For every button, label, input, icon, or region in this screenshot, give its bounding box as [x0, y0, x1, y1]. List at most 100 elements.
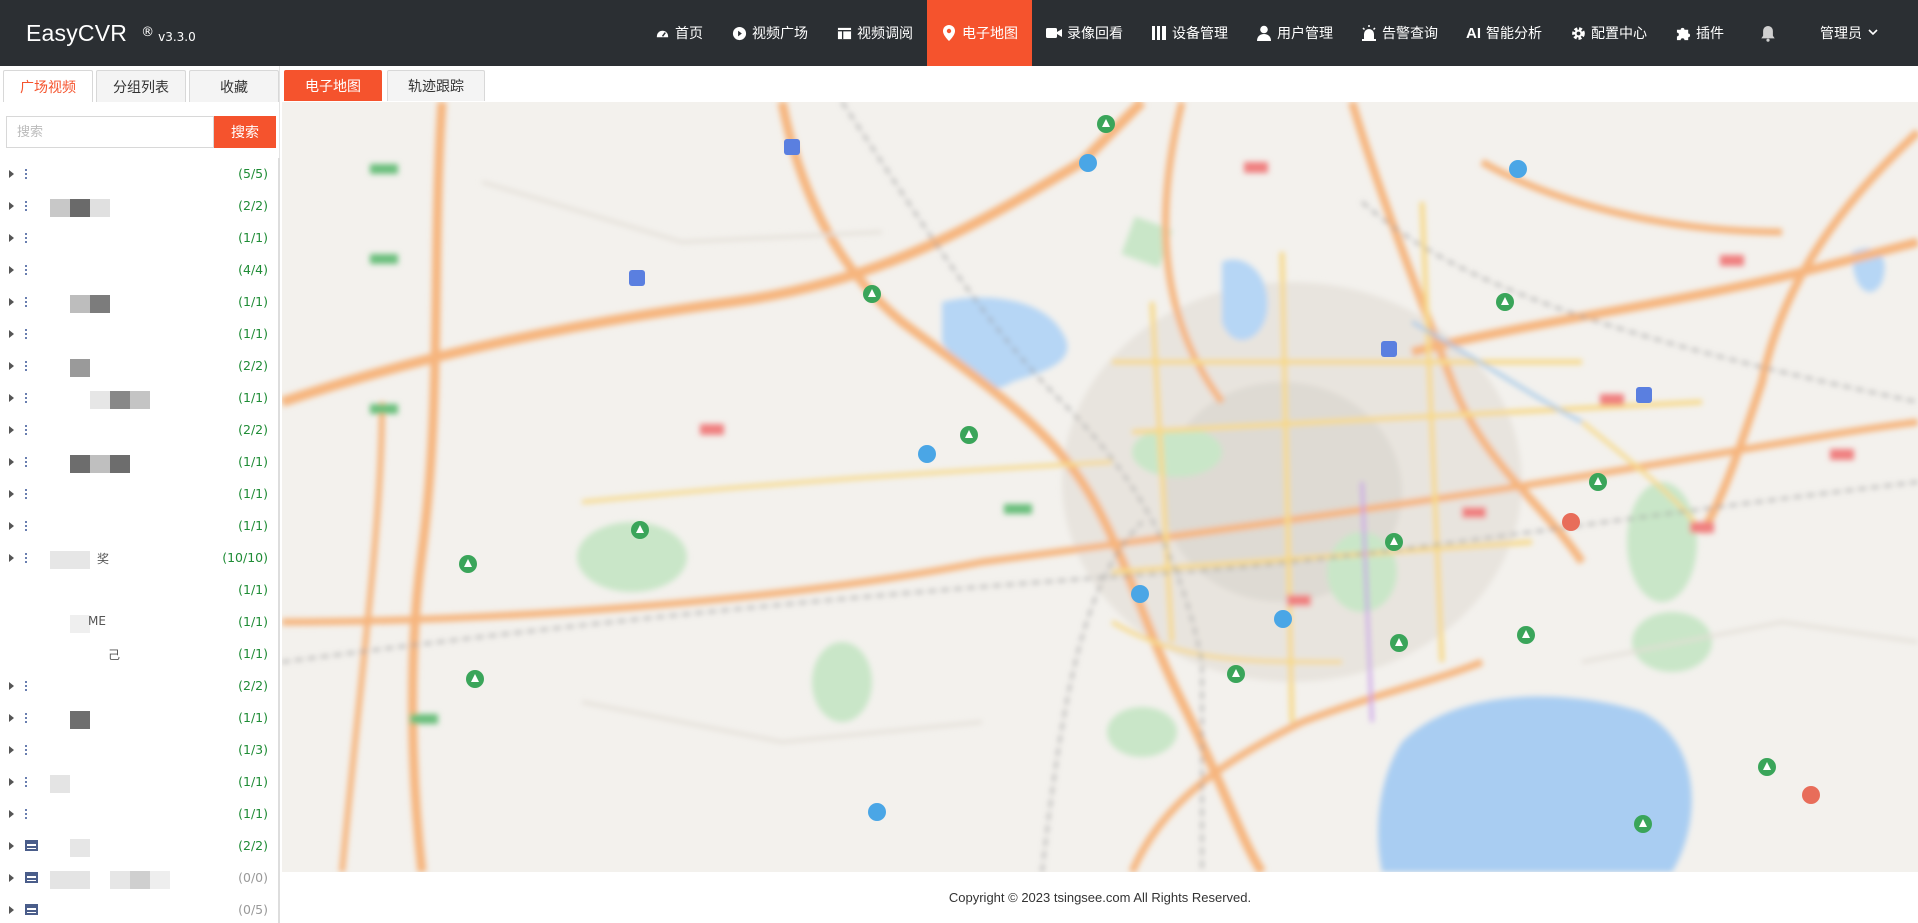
expand-arrow-icon[interactable]	[9, 298, 14, 306]
expand-arrow-icon[interactable]	[9, 778, 14, 786]
expand-arrow-icon[interactable]	[9, 266, 14, 274]
tree-row[interactable]: (1/1)	[0, 382, 280, 414]
tree-row[interactable]: (2/2)	[0, 830, 280, 862]
online-count: (2/2)	[238, 422, 268, 437]
app-name: EasyCVR	[26, 20, 128, 46]
registered-mark: ®	[141, 25, 155, 40]
notifications-button[interactable]	[1738, 0, 1798, 66]
expand-arrow-icon[interactable]	[9, 810, 14, 818]
nav-item-smart-analysis[interactable]: AI 智能分析	[1452, 0, 1556, 66]
expand-arrow-icon[interactable]	[9, 394, 14, 402]
expand-arrow-icon[interactable]	[9, 906, 14, 914]
user-menu[interactable]: 管理员	[1798, 0, 1918, 66]
tree-row[interactable]: 己 (1/1)	[0, 638, 280, 670]
expand-arrow-icon[interactable]	[9, 170, 14, 178]
tab-group-list[interactable]: 分组列表	[96, 70, 186, 102]
user-name: 管理员	[1820, 26, 1862, 42]
tree-row[interactable]: 奖 (10/10)	[0, 542, 280, 574]
nav-item-playback[interactable]: 录像回看	[1032, 0, 1137, 66]
nav-item-config-center[interactable]: 配置中心	[1556, 0, 1661, 66]
expand-arrow-icon[interactable]	[9, 202, 14, 210]
landmark-marker	[1802, 786, 1820, 804]
park-marker	[1589, 473, 1607, 491]
redacted-label	[70, 295, 90, 313]
tab-square-videos[interactable]: 广场视频	[3, 70, 93, 102]
nav-label: 告警查询	[1382, 26, 1438, 42]
search-button[interactable]: 搜索	[214, 116, 276, 148]
tree-row[interactable]: (2/2)	[0, 670, 280, 702]
nav-item-video-square[interactable]: 视频广场	[717, 0, 822, 66]
tree-row[interactable]: (2/2)	[0, 350, 280, 382]
nav-label: 用户管理	[1277, 26, 1333, 42]
park-marker	[863, 285, 881, 303]
tree-row[interactable]: (0/0)	[0, 862, 280, 894]
tree-row[interactable]: (1/1)	[0, 478, 280, 510]
nav-item-home[interactable]: 首页	[640, 0, 717, 66]
tab-track-tracking[interactable]: 轨迹跟踪	[387, 70, 485, 101]
tree-row[interactable]: (2/2)	[0, 414, 280, 446]
tree-row[interactable]: (1/1)	[0, 510, 280, 542]
expand-arrow-icon[interactable]	[9, 682, 14, 690]
tree-row[interactable]: (4/4)	[0, 254, 280, 286]
tree-row[interactable]: (1/1)	[0, 446, 280, 478]
tree-label-fragment: 己	[108, 648, 121, 662]
tree-row[interactable]: ME (1/1)	[0, 606, 280, 638]
tree-row[interactable]: (1/1)	[0, 222, 280, 254]
expand-arrow-icon[interactable]	[9, 490, 14, 498]
tree-row[interactable]: (2/2)	[0, 190, 280, 222]
folder-icon	[25, 904, 38, 915]
nav-item-user-management[interactable]: 用户管理	[1242, 0, 1347, 66]
tree-row[interactable]: (1/1)	[0, 318, 280, 350]
expand-arrow-icon[interactable]	[9, 234, 14, 242]
search-bar: 搜索	[6, 116, 276, 148]
tree-row[interactable]: (1/1)	[0, 574, 280, 606]
park-marker	[1758, 758, 1776, 776]
nav-label: 录像回看	[1067, 26, 1123, 42]
expand-arrow-icon[interactable]	[9, 522, 14, 530]
tree-row[interactable]: (5/5)	[0, 158, 280, 190]
tree-row[interactable]: (1/1)	[0, 286, 280, 318]
expand-arrow-icon[interactable]	[9, 746, 14, 754]
expand-arrow-icon[interactable]	[9, 714, 14, 722]
expand-arrow-icon[interactable]	[9, 426, 14, 434]
nav-item-electronic-map[interactable]: 电子地图	[927, 0, 1032, 66]
expand-arrow-icon[interactable]	[9, 362, 14, 370]
expand-arrow-icon[interactable]	[9, 554, 14, 562]
nav-label: 首页	[675, 26, 703, 42]
tab-favorites[interactable]: 收藏	[189, 70, 279, 102]
gear-icon	[1570, 25, 1586, 41]
electronic-map[interactable]	[282, 102, 1918, 872]
folder-icon	[25, 840, 38, 851]
alarm-icon	[1361, 25, 1377, 41]
map-canvas[interactable]	[282, 102, 1918, 872]
tree-row[interactable]: (0/5)	[0, 894, 280, 923]
transit-marker	[629, 270, 645, 286]
app-logo[interactable]: EasyCVR ® v3.3.0	[26, 20, 196, 47]
nav-label: 电子地图	[962, 26, 1018, 42]
nav-item-device-management[interactable]: 设备管理	[1137, 0, 1242, 66]
node-icon	[25, 745, 29, 755]
nav-item-video-view[interactable]: 视频调阅	[822, 0, 927, 66]
expand-arrow-icon[interactable]	[9, 874, 14, 882]
tree-row[interactable]: (1/1)	[0, 702, 280, 734]
ai-icon: AI	[1466, 24, 1481, 42]
expand-arrow-icon[interactable]	[9, 842, 14, 850]
expand-arrow-icon[interactable]	[9, 458, 14, 466]
nav-item-alarm-query[interactable]: 告警查询	[1347, 0, 1452, 66]
park-marker	[1496, 293, 1514, 311]
expand-arrow-icon[interactable]	[9, 330, 14, 338]
tree-row[interactable]: (1/1)	[0, 798, 280, 830]
park-marker	[631, 521, 649, 539]
nav-label: 视频调阅	[857, 26, 913, 42]
transit-marker	[1381, 341, 1397, 357]
node-icon	[25, 169, 29, 179]
search-input[interactable]	[6, 116, 214, 148]
tab-electronic-map[interactable]: 电子地图	[284, 70, 382, 101]
folder-icon	[25, 872, 38, 883]
tree-scrollbar[interactable]	[278, 158, 280, 923]
node-icon	[25, 809, 29, 819]
redacted-label	[70, 711, 90, 729]
tree-row[interactable]: (1/1)	[0, 766, 280, 798]
tree-row[interactable]: (1/3)	[0, 734, 280, 766]
nav-item-plugins[interactable]: 插件	[1661, 0, 1738, 66]
